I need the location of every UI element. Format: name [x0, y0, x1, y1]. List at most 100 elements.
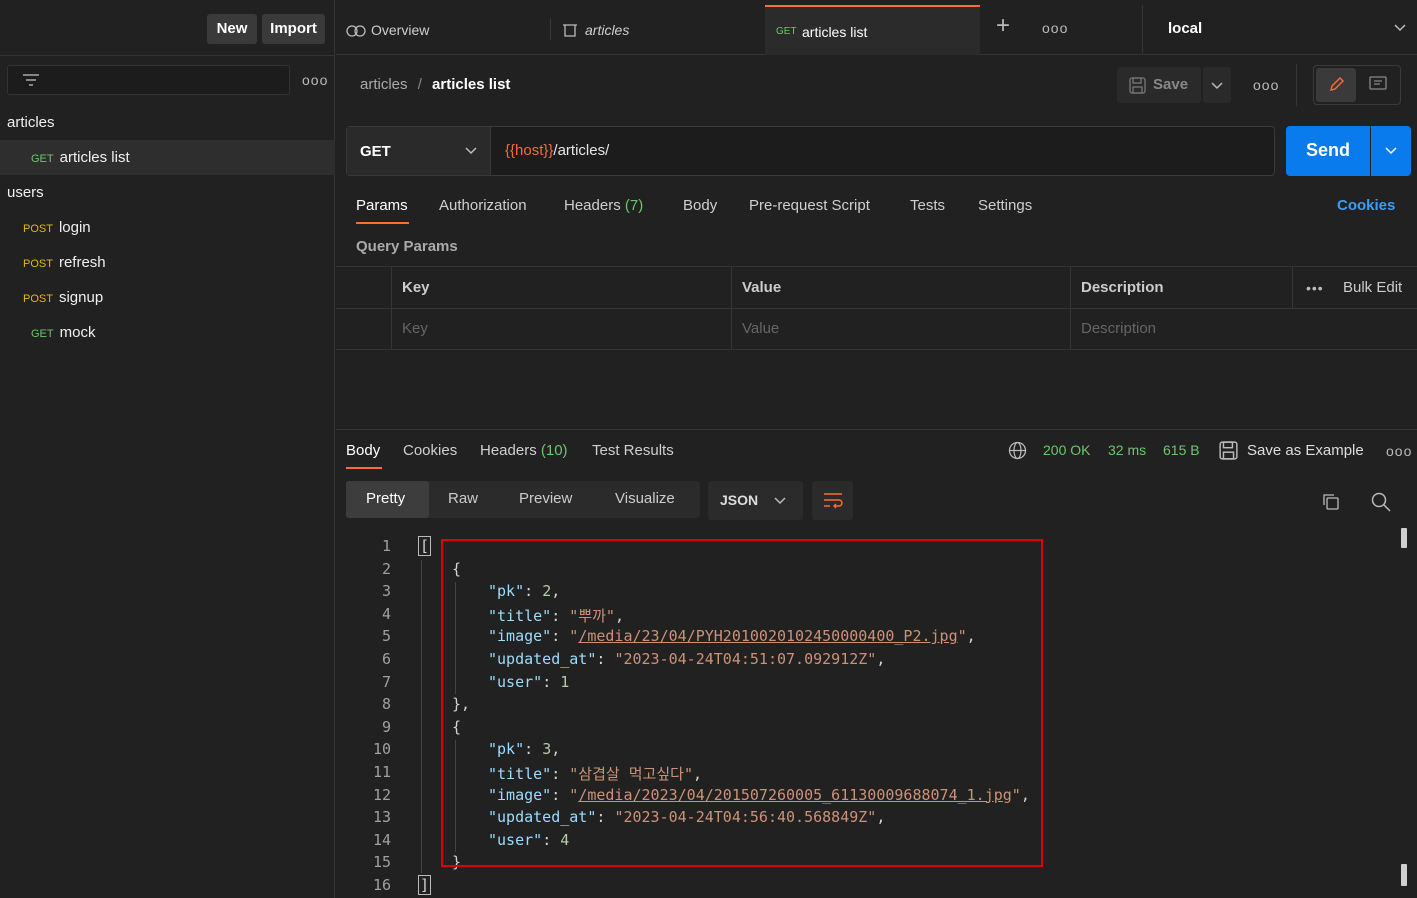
view-pretty-button[interactable]: Pretty	[346, 481, 429, 518]
breadcrumb-parent[interactable]: articles	[360, 76, 408, 93]
query-params-title: Query Params	[356, 238, 458, 255]
scrollbar-thumb-bottom[interactable]	[1401, 864, 1407, 886]
request-more-icon[interactable]: ooo	[1253, 77, 1279, 93]
view-visualize-button[interactable]: Visualize	[615, 490, 675, 507]
response-time[interactable]: 32 ms	[1108, 442, 1146, 458]
new-tab-icon[interactable]: +	[996, 14, 1010, 38]
request-label: signup	[58, 289, 104, 306]
chevron-down-icon	[465, 147, 477, 155]
method-select[interactable]: GET	[347, 127, 491, 175]
save-icon	[1129, 77, 1146, 94]
cookies-link[interactable]: Cookies	[1337, 197, 1395, 214]
environment-select[interactable]: local	[1168, 20, 1202, 37]
line-number: 10	[372, 740, 391, 759]
column-header-description: Description	[1081, 279, 1164, 296]
line-number: 5	[381, 627, 391, 646]
tab-headers[interactable]: Headers (7)	[564, 197, 643, 214]
url-bar: GET {{host}}/articles/	[346, 126, 1275, 176]
url-input[interactable]: {{host}}/articles/	[505, 142, 609, 159]
import-button[interactable]: Import	[262, 14, 325, 44]
sidebar-item-articles-list[interactable]: GET articles list	[0, 140, 335, 175]
method-label: GET	[360, 143, 391, 160]
method-badge: POST	[23, 258, 53, 270]
view-label: Pretty	[366, 490, 406, 507]
sidebar-item-login[interactable]: POST login	[0, 210, 335, 245]
code-line: [	[418, 536, 432, 556]
column-header-value: Value	[742, 279, 782, 296]
folder-label: users	[7, 184, 44, 201]
description-input[interactable]: Description	[1081, 320, 1156, 337]
view-raw-button[interactable]: Raw	[448, 490, 478, 507]
tab-body[interactable]: Body	[683, 197, 717, 214]
params-table: Key Value Description ••• Bulk Edit Key …	[336, 266, 1417, 350]
send-dropdown-button[interactable]	[1371, 126, 1411, 176]
save-button[interactable]: Save	[1117, 67, 1201, 103]
breadcrumb: articles / articles list	[360, 76, 510, 93]
search-icon[interactable]	[1371, 492, 1391, 512]
params-more-icon[interactable]: •••	[1306, 280, 1324, 296]
folder-articles[interactable]: articles	[0, 105, 335, 140]
tab-overview[interactable]: Overview	[346, 5, 551, 55]
response-more-icon[interactable]: ooo	[1386, 443, 1412, 459]
line-number: 2	[381, 559, 391, 578]
column-header-key: Key	[402, 279, 430, 296]
comment-icon[interactable]	[1369, 76, 1387, 93]
sidebar-more-icon[interactable]: ooo	[302, 72, 328, 88]
tab-params[interactable]: Params	[356, 197, 408, 214]
side-panel-toggle	[1313, 65, 1401, 105]
tab-settings[interactable]: Settings	[978, 197, 1032, 214]
bulk-edit-button[interactable]: Bulk Edit	[1343, 279, 1402, 296]
save-dropdown-button[interactable]	[1203, 67, 1231, 103]
edit-mode-button[interactable]	[1316, 68, 1356, 102]
view-preview-button[interactable]: Preview	[519, 490, 572, 507]
response-size[interactable]: 615 B	[1163, 442, 1200, 458]
tabs-more-icon[interactable]: ooo	[1042, 20, 1068, 36]
scrollbar-thumb[interactable]	[1401, 528, 1407, 548]
tab-label: articles list	[802, 24, 868, 40]
code-line: ]	[418, 875, 432, 895]
sidebar-item-mock[interactable]: GET mock	[0, 315, 335, 350]
response-tab-test-results[interactable]: Test Results	[592, 442, 674, 459]
tab-articles-list[interactable]: GET articles list	[765, 5, 980, 55]
save-label: Save	[1153, 76, 1189, 93]
breadcrumb-separator: /	[417, 76, 422, 93]
globe-icon[interactable]	[1008, 441, 1027, 460]
tab-authorization[interactable]: Authorization	[439, 197, 527, 214]
chevron-down-icon[interactable]	[1394, 24, 1406, 32]
line-number: 13	[372, 808, 391, 827]
wrap-lines-button[interactable]	[812, 481, 853, 520]
method-badge: GET	[31, 153, 54, 165]
filter-input[interactable]	[7, 65, 290, 95]
line-number: 6	[381, 650, 391, 668]
pencil-icon	[1330, 77, 1344, 91]
tab-label: articles	[585, 22, 630, 38]
line-number: 1	[381, 537, 391, 555]
response-tab-body[interactable]: Body	[346, 442, 380, 459]
copy-icon[interactable]	[1321, 492, 1340, 511]
sidebar-item-signup[interactable]: POST signup	[0, 280, 335, 315]
response-tab-headers[interactable]: Headers (10)	[480, 442, 568, 459]
key-input[interactable]: Key	[402, 320, 428, 337]
response-tab-cookies[interactable]: Cookies	[403, 442, 457, 459]
line-number: 3	[381, 582, 391, 601]
response-divider[interactable]	[336, 429, 1417, 430]
tab-bar: Overview articles GET articles list + oo…	[336, 0, 1417, 55]
format-select[interactable]: JSON	[708, 481, 803, 520]
value-input[interactable]: Value	[742, 320, 779, 337]
new-button[interactable]: New	[207, 14, 257, 44]
tab-pre-request-script[interactable]: Pre-request Script	[749, 197, 870, 214]
tab-tests[interactable]: Tests	[910, 197, 945, 214]
send-button[interactable]: Send	[1286, 126, 1370, 176]
tab-articles[interactable]: articles	[562, 5, 762, 55]
save-as-example-label: Save as Example	[1247, 442, 1364, 459]
method-badge: GET	[31, 328, 54, 340]
line-number: 11	[372, 763, 391, 781]
chevron-down-icon	[1211, 82, 1223, 90]
headers-count: (10)	[540, 442, 568, 459]
url-variable: {{host}}	[505, 142, 554, 159]
sidebar-item-refresh[interactable]: POST refresh	[0, 245, 335, 280]
active-tab-indicator	[356, 222, 409, 224]
url-path: /articles/	[553, 142, 610, 159]
folder-users[interactable]: users	[0, 175, 335, 210]
status-code[interactable]: 200 OK	[1043, 442, 1090, 458]
